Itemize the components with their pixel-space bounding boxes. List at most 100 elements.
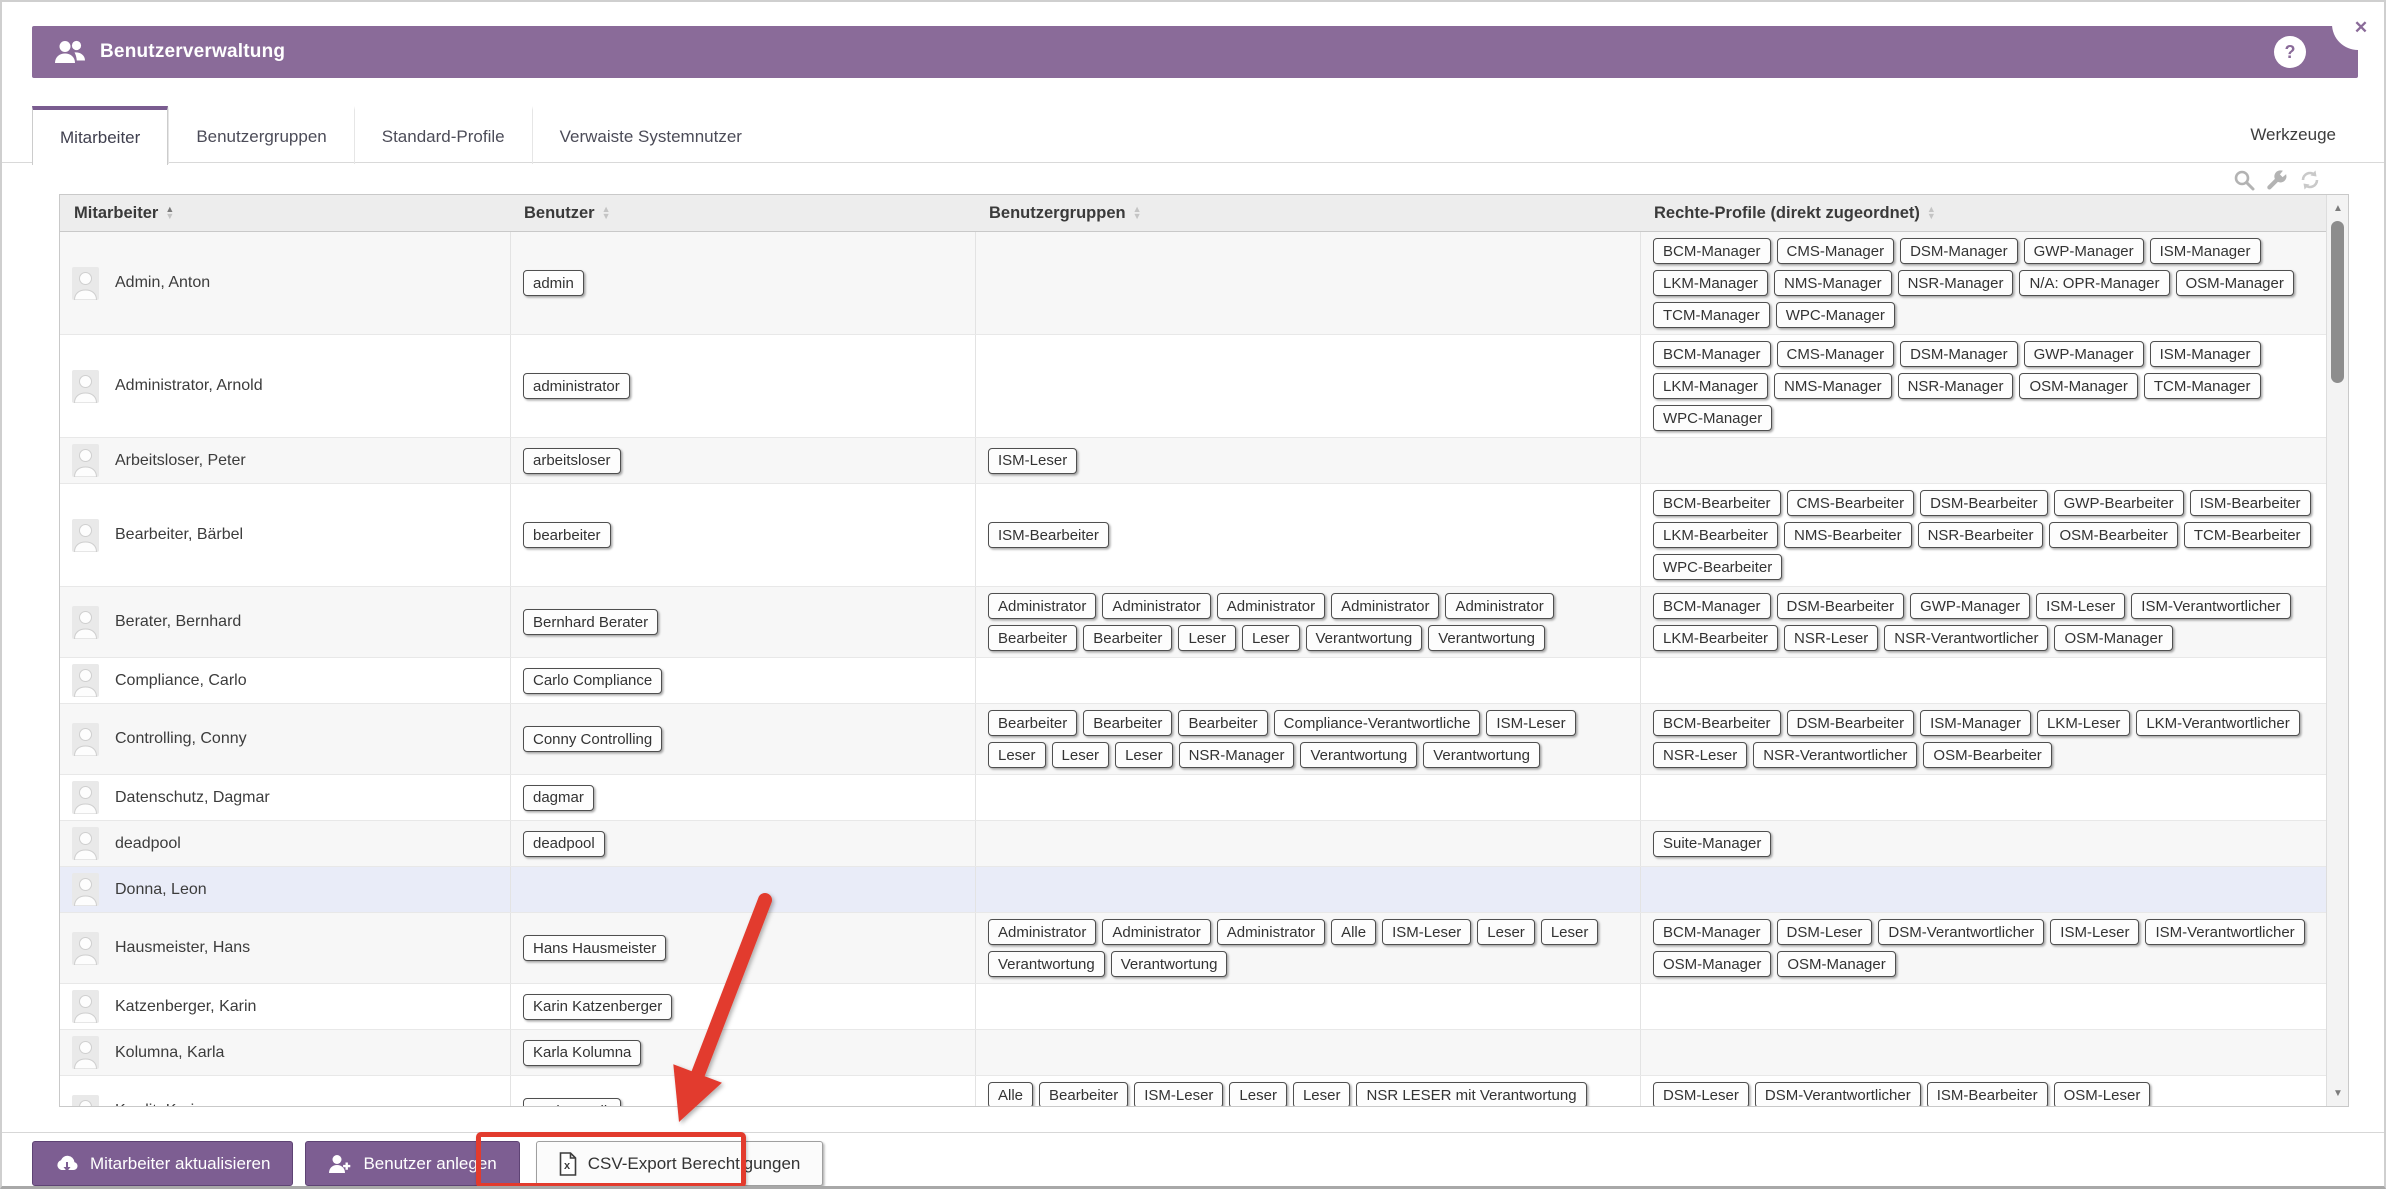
tab-standard-profile[interactable]: Standard-Profile bbox=[354, 106, 532, 164]
user-badge[interactable]: arbeitsloser bbox=[523, 448, 621, 474]
group-badge[interactable]: Bearbeiter bbox=[1178, 710, 1267, 736]
table-row[interactable]: Kredit, KarinKarin KreditAlleBearbeiterI… bbox=[60, 1076, 2348, 1107]
rights-profile-badge[interactable]: DSM-Bearbeiter bbox=[1777, 593, 1905, 619]
table-row[interactable]: Katzenberger, KarinKarin Katzenberger bbox=[60, 984, 2348, 1030]
group-badge[interactable]: Verantwortung bbox=[1300, 742, 1417, 768]
rights-profile-badge[interactable]: LKM-Leser bbox=[2037, 710, 2130, 736]
group-badge[interactable]: Leser bbox=[1229, 1082, 1287, 1107]
group-badge[interactable]: Alle bbox=[988, 1082, 1033, 1107]
rights-profile-badge[interactable]: CMS-Manager bbox=[1777, 341, 1895, 367]
rights-profile-badge[interactable]: OSM-Bearbeiter bbox=[2049, 522, 2177, 548]
rights-profile-badge[interactable]: ISM-Bearbeiter bbox=[1927, 1082, 2048, 1107]
wrench-icon[interactable] bbox=[2265, 168, 2289, 192]
vertical-scrollbar[interactable]: ▲ ▼ bbox=[2326, 195, 2348, 1106]
refresh-icon[interactable] bbox=[2298, 168, 2322, 192]
rights-profile-badge[interactable]: N/A: OPR-Manager bbox=[2019, 270, 2169, 296]
rights-profile-badge[interactable]: NSR-Leser bbox=[1653, 742, 1747, 768]
rights-profile-badge[interactable]: BCM-Manager bbox=[1653, 341, 1771, 367]
scroll-up-arrow-icon[interactable]: ▲ bbox=[2327, 197, 2349, 219]
scroll-down-arrow-icon[interactable]: ▼ bbox=[2327, 1082, 2349, 1104]
user-badge[interactable]: Karla Kolumna bbox=[523, 1040, 641, 1066]
rights-profile-badge[interactable]: BCM-Manager bbox=[1653, 238, 1771, 264]
group-badge[interactable]: Bearbeiter bbox=[1039, 1082, 1128, 1107]
rights-profile-badge[interactable]: ISM-Leser bbox=[2036, 593, 2125, 619]
rights-profile-badge[interactable]: NSR-Verantwortlicher bbox=[1884, 625, 2048, 651]
group-badge[interactable]: Verantwortung bbox=[988, 951, 1105, 977]
group-badge[interactable]: Leser bbox=[1541, 919, 1599, 945]
group-badge[interactable]: Leser bbox=[1477, 919, 1535, 945]
rights-profile-badge[interactable]: LKM-Verantwortlicher bbox=[2136, 710, 2299, 736]
table-row[interactable]: Datenschutz, Dagmardagmar bbox=[60, 775, 2348, 821]
rights-profile-badge[interactable]: OSM-Manager bbox=[2176, 270, 2294, 296]
group-badge[interactable]: NSR-Manager bbox=[1179, 742, 1295, 768]
tab-benutzergruppen[interactable]: Benutzergruppen bbox=[168, 106, 353, 164]
scrollbar-thumb[interactable] bbox=[2331, 221, 2344, 383]
rights-profile-badge[interactable]: GWP-Manager bbox=[1910, 593, 2030, 619]
user-badge[interactable]: Carlo Compliance bbox=[523, 668, 662, 694]
sort-arrows-icon[interactable]: ▲▼ bbox=[602, 206, 611, 220]
rights-profile-badge[interactable]: ISM-Manager bbox=[2150, 341, 2261, 367]
group-badge[interactable]: NSR LESER mit Verantwortung bbox=[1356, 1082, 1586, 1107]
rights-profile-badge[interactable]: LKM-Manager bbox=[1653, 270, 1768, 296]
rights-profile-badge[interactable]: DSM-Manager bbox=[1900, 341, 2018, 367]
table-row[interactable]: deadpooldeadpoolSuite-Manager bbox=[60, 821, 2348, 867]
rights-profile-badge[interactable]: LKM-Manager bbox=[1653, 373, 1768, 399]
group-badge[interactable]: Verantwortung bbox=[1306, 625, 1423, 651]
group-badge[interactable]: Verantwortung bbox=[1423, 742, 1540, 768]
group-badge[interactable]: Administrator bbox=[988, 919, 1096, 945]
group-badge[interactable]: Administrator bbox=[1445, 593, 1553, 619]
table-row[interactable]: Administrator, ArnoldadministratorBCM-Ma… bbox=[60, 335, 2348, 438]
tab-verwaiste-systemnutzer[interactable]: Verwaiste Systemnutzer bbox=[532, 106, 769, 164]
table-row[interactable]: Donna, Leon bbox=[60, 867, 2348, 913]
rights-profile-badge[interactable]: ISM-Verantwortlicher bbox=[2131, 593, 2290, 619]
rights-profile-badge[interactable]: OSM-Manager bbox=[2054, 625, 2172, 651]
rights-profile-badge[interactable]: LKM-Bearbeiter bbox=[1653, 625, 1778, 651]
group-badge[interactable]: Bearbeiter bbox=[988, 625, 1077, 651]
sort-arrows-icon[interactable]: ▲▼ bbox=[1927, 206, 1936, 220]
rights-profile-badge[interactable]: ISM-Bearbeiter bbox=[2190, 490, 2311, 516]
column-header-c0[interactable]: Mitarbeiter▲▼ bbox=[60, 195, 510, 231]
rights-profile-badge[interactable]: DSM-Leser bbox=[1653, 1082, 1749, 1107]
group-badge[interactable]: Administrator bbox=[1331, 593, 1439, 619]
rights-profile-badge[interactable]: ISM-Verantwortlicher bbox=[2145, 919, 2304, 945]
rights-profile-badge[interactable]: GWP-Manager bbox=[2024, 341, 2144, 367]
group-badge[interactable]: Administrator bbox=[1217, 919, 1325, 945]
group-badge[interactable]: Leser bbox=[1178, 625, 1236, 651]
rights-profile-badge[interactable]: GWP-Manager bbox=[2024, 238, 2144, 264]
group-badge[interactable]: Administrator bbox=[988, 593, 1096, 619]
csv-export-berechtigungen-button[interactable]: xCSV-Export Berechtigungen bbox=[536, 1141, 824, 1186]
group-badge[interactable]: Leser bbox=[988, 742, 1046, 768]
rights-profile-badge[interactable]: BCM-Manager bbox=[1653, 593, 1771, 619]
group-badge[interactable]: Administrator bbox=[1102, 919, 1210, 945]
table-row[interactable]: Arbeitsloser, PeterarbeitsloserISM-Leser bbox=[60, 438, 2348, 484]
user-badge[interactable]: Karin Kredit bbox=[523, 1098, 621, 1107]
rights-profile-badge[interactable]: ISM-Leser bbox=[2050, 919, 2139, 945]
rights-profile-badge[interactable]: DSM-Bearbeiter bbox=[1920, 490, 2048, 516]
group-badge[interactable]: Bearbeiter bbox=[988, 710, 1077, 736]
rights-profile-badge[interactable]: TCM-Manager bbox=[2144, 373, 2261, 399]
search-icon[interactable] bbox=[2232, 168, 2256, 192]
group-badge[interactable]: Compliance-Verantwortliche bbox=[1274, 710, 1481, 736]
group-badge[interactable]: Alle bbox=[1331, 919, 1376, 945]
rights-profile-badge[interactable]: OSM-Manager bbox=[2019, 373, 2137, 399]
rights-profile-badge[interactable]: BCM-Bearbeiter bbox=[1653, 490, 1781, 516]
mitarbeiter-aktualisieren-button[interactable]: Mitarbeiter aktualisieren bbox=[32, 1141, 293, 1186]
user-badge[interactable]: admin bbox=[523, 270, 584, 296]
user-badge[interactable]: Bernhard Berater bbox=[523, 609, 658, 635]
rights-profile-badge[interactable]: TCM-Manager bbox=[1653, 302, 1770, 328]
rights-profile-badge[interactable]: DSM-Verantwortlicher bbox=[1755, 1082, 1921, 1107]
sort-arrows-icon[interactable]: ▲▼ bbox=[1133, 206, 1142, 220]
rights-profile-badge[interactable]: NSR-Manager bbox=[1898, 270, 2014, 296]
group-badge[interactable]: ISM-Leser bbox=[1382, 919, 1471, 945]
rights-profile-badge[interactable]: ISM-Manager bbox=[2150, 238, 2261, 264]
help-button[interactable]: ? bbox=[2274, 36, 2306, 68]
rights-profile-badge[interactable]: NSR-Bearbeiter bbox=[1918, 522, 2044, 548]
rights-profile-badge[interactable]: DSM-Leser bbox=[1777, 919, 1873, 945]
group-badge[interactable]: ISM-Leser bbox=[1134, 1082, 1223, 1107]
benutzer-anlegen-button[interactable]: Benutzer anlegen bbox=[305, 1141, 519, 1186]
group-badge[interactable]: Administrator bbox=[1102, 593, 1210, 619]
rights-profile-badge[interactable]: NMS-Manager bbox=[1774, 270, 1892, 296]
group-badge[interactable]: ISM-Leser bbox=[988, 448, 1077, 474]
column-header-c2[interactable]: Benutzergruppen▲▼ bbox=[975, 195, 1640, 231]
user-badge[interactable]: administrator bbox=[523, 373, 630, 399]
